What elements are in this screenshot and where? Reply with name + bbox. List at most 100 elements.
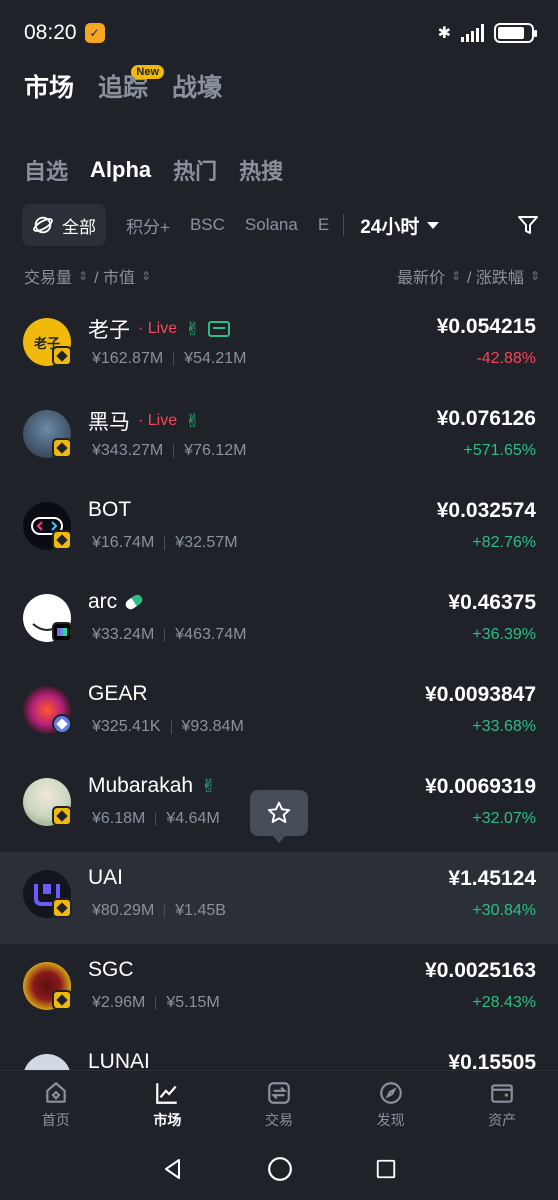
- chain-chip-points[interactable]: 积分+: [126, 213, 170, 238]
- sort-change[interactable]: / 涨跌幅: [467, 264, 524, 288]
- filter-icon[interactable]: [516, 213, 540, 237]
- token-volume: ¥6.18M: [92, 810, 146, 827]
- subtab-hot[interactable]: 热门: [173, 154, 217, 186]
- market-chart-icon: [156, 1082, 178, 1104]
- nav-assets[interactable]: 资产: [446, 1071, 558, 1138]
- token-volume: ¥16.74M: [92, 534, 155, 551]
- token-change: +30.84%: [472, 902, 536, 919]
- chain-chip-all-label: 全部: [62, 217, 96, 237]
- home-icon: [46, 1081, 66, 1103]
- token-name: arc: [88, 590, 118, 613]
- top-tabs: 市场 追踪 New 战壕: [24, 65, 222, 104]
- token-price: ¥0.0093847: [425, 683, 536, 706]
- sort-row: 交易量 ⇕ / 市值 ⇕ 最新价 ⇕ / 涨跌幅 ⇕: [24, 264, 540, 288]
- nav-discover-label: 发现: [376, 1111, 405, 1128]
- token-name: BOT: [88, 498, 132, 521]
- token-row[interactable]: 黑马 · Live ✌ ¥343.27M ¥76.12M ¥0.076126 +…: [0, 392, 558, 484]
- globe-icon: [33, 216, 53, 234]
- token-volume: ¥2.96M: [92, 994, 146, 1011]
- token-name: GEAR: [88, 682, 148, 705]
- nav-home-label: 首页: [41, 1111, 70, 1128]
- discover-compass-icon: [379, 1081, 402, 1104]
- token-name: Mubarakah: [88, 774, 194, 797]
- bsc-chain-icon: [52, 990, 72, 1010]
- token-mcap: ¥54.21M: [184, 350, 247, 367]
- token-name: 老子: [88, 319, 130, 342]
- token-volume: ¥80.29M: [92, 902, 155, 919]
- bsc-chain-icon: [52, 806, 72, 826]
- token-price: ¥0.46375: [448, 591, 536, 614]
- token-price: ¥0.0025163: [425, 959, 536, 982]
- token-row[interactable]: SGC ¥2.96M ¥5.15M ¥0.0025163 +28.43%: [0, 944, 558, 1036]
- add-favorite-button[interactable]: [250, 790, 308, 843]
- chain-chip-solana[interactable]: Solana: [245, 215, 298, 235]
- token-name: SGC: [88, 958, 134, 981]
- bluetooth-icon: ✱: [437, 25, 451, 42]
- token-change: +32.07%: [472, 810, 536, 827]
- token-mcap: ¥463.74M: [175, 626, 247, 643]
- token-row[interactable]: arc ¥33.24M ¥463.74M ¥0.46375 +36.39%: [0, 576, 558, 668]
- chain-chip-all[interactable]: 全部: [22, 204, 106, 246]
- chain-filter-row: 全部 积分+ BSC Solana E 24小时: [22, 204, 540, 246]
- hand-icon: ✌: [201, 775, 217, 796]
- token-mcap: ¥4.64M: [166, 810, 220, 827]
- tab-market[interactable]: 市场: [24, 68, 74, 104]
- token-price: ¥0.0069319: [425, 775, 536, 798]
- token-name: 黑马: [88, 411, 130, 434]
- pill-icon: [123, 592, 145, 612]
- nav-trade-label: 交易: [264, 1111, 293, 1128]
- solana-chain-icon: [52, 622, 72, 642]
- system-nav-bar: [0, 1138, 558, 1200]
- token-row[interactable]: GEAR ¥325.41K ¥93.84M ¥0.0093847 +33.68%: [0, 668, 558, 760]
- nav-assets-label: 资产: [488, 1111, 517, 1128]
- chain-chip-bsc[interactable]: BSC: [190, 215, 225, 235]
- token-volume: ¥325.41K: [92, 718, 161, 735]
- hand-icon: ✌: [185, 410, 201, 431]
- token-change: +82.76%: [472, 534, 536, 551]
- nav-trade[interactable]: 交易: [223, 1071, 335, 1138]
- token-change: +28.43%: [472, 994, 536, 1011]
- sub-tabs: 自选 Alpha 热门 热搜: [24, 154, 283, 186]
- nav-discover[interactable]: 发现: [335, 1071, 447, 1138]
- sort-arrows-icon: ⇕: [78, 269, 89, 283]
- tab-trenches[interactable]: 战壕: [172, 68, 222, 104]
- bottom-nav: 首页 市场 交易 发现 资产: [0, 1070, 558, 1138]
- token-mcap: ¥93.84M: [181, 718, 244, 735]
- token-row[interactable]: 老子 老子 · Live ✌ ¥162.87M ¥54.21M ¥0.05421…: [0, 300, 558, 392]
- token-mcap: ¥5.15M: [166, 994, 220, 1011]
- subtab-trending-search[interactable]: 热搜: [239, 154, 283, 186]
- token-volume: ¥343.27M: [92, 442, 164, 459]
- nav-home[interactable]: 首页: [0, 1071, 112, 1138]
- nav-market[interactable]: 市场: [112, 1071, 224, 1138]
- ethereum-chain-icon: [52, 714, 72, 734]
- token-row[interactable]: UAI ¥80.29M ¥1.45B ¥1.45124 +30.84%: [0, 852, 558, 944]
- tab-tracking[interactable]: 追踪 New: [98, 65, 165, 104]
- bsc-chain-icon: [52, 438, 72, 458]
- token-mcap: ¥32.57M: [175, 534, 238, 551]
- sort-volume[interactable]: 交易量: [24, 264, 72, 288]
- chip-divider: [343, 214, 345, 236]
- home-circle-icon[interactable]: [267, 1156, 293, 1182]
- hand-icon: ✌: [185, 318, 201, 339]
- bsc-chain-icon: [52, 530, 72, 550]
- token-change: +571.65%: [463, 442, 536, 459]
- bsc-chain-icon: [52, 898, 72, 918]
- sort-price[interactable]: 最新价: [397, 264, 445, 288]
- period-label: 24小时: [360, 216, 420, 238]
- back-icon[interactable]: [161, 1157, 185, 1181]
- token-row[interactable]: BOT ¥16.74M ¥32.57M ¥0.032574 +82.76%: [0, 484, 558, 576]
- status-bar: 08:20 ✓ ✱: [0, 0, 558, 66]
- subtab-favorites[interactable]: 自选: [24, 154, 68, 186]
- sort-mcap[interactable]: / 市值: [94, 264, 135, 288]
- chain-chip-e[interactable]: E: [318, 215, 329, 235]
- recents-icon[interactable]: [375, 1158, 397, 1180]
- token-volume: ¥162.87M: [92, 350, 164, 367]
- token-change: +33.68%: [472, 718, 536, 735]
- period-selector[interactable]: 24小时: [360, 212, 440, 239]
- token-name: UAI: [88, 866, 124, 889]
- token-price: ¥0.032574: [436, 499, 536, 522]
- sort-arrows-icon: ⇕: [529, 269, 540, 283]
- sort-arrows-icon: ⇕: [140, 269, 152, 283]
- caret-down-icon: [427, 221, 440, 229]
- subtab-alpha[interactable]: Alpha: [90, 157, 151, 183]
